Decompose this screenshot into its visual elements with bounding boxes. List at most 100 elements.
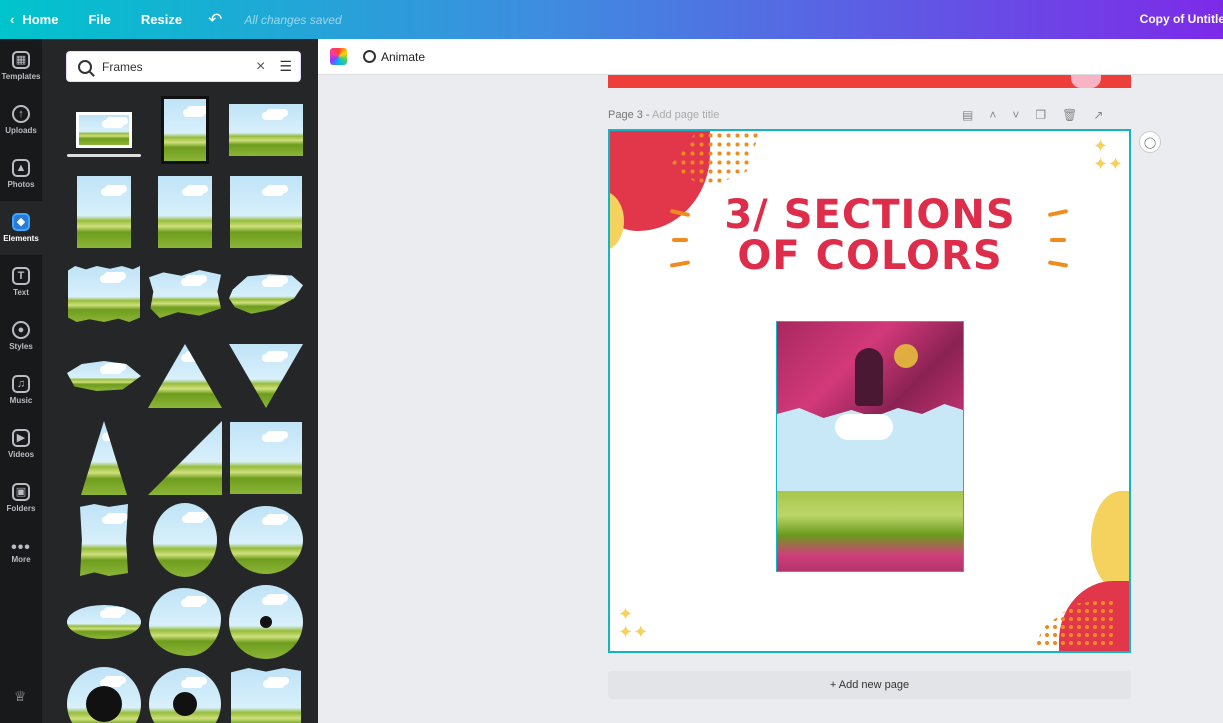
frame-square-landscape[interactable] <box>228 419 304 497</box>
delete-icon[interactable]: 🗑 <box>1062 108 1077 122</box>
frame-square[interactable] <box>228 173 304 251</box>
previous-page-edge[interactable] <box>608 75 1131 88</box>
add-new-page-button[interactable]: + Add new page <box>608 671 1131 699</box>
home-button[interactable]: ‹ Home <box>10 12 58 27</box>
frame-oval[interactable] <box>228 501 304 579</box>
rail-label: Uploads <box>5 126 37 135</box>
rail-item-elements[interactable]: ◆ Elements <box>0 201 42 255</box>
comment-icon[interactable]: ◯ <box>1139 131 1161 153</box>
photo-frame[interactable] <box>776 321 964 572</box>
dash-shape <box>669 260 691 268</box>
page-title-input[interactable]: Add page title <box>652 109 719 121</box>
frame-photo <box>777 322 963 418</box>
frame-rough-edge[interactable] <box>228 665 304 723</box>
rail-label: Music <box>9 396 33 405</box>
rail-label: Templates <box>1 72 41 81</box>
notes-icon[interactable]: ▤ <box>962 108 973 122</box>
person-silhouette <box>855 348 883 406</box>
move-down-icon[interactable]: ˅ <box>1012 108 1019 122</box>
file-menu[interactable]: File <box>88 12 110 27</box>
frame-brush-stroke[interactable] <box>228 255 304 333</box>
resize-menu[interactable]: Resize <box>141 12 182 27</box>
search-icon <box>78 59 92 74</box>
rail-item-photos[interactable]: ▲ Photos <box>0 147 42 201</box>
dash-shape <box>1047 260 1069 268</box>
clear-icon[interactable]: × <box>256 58 265 76</box>
search-input[interactable] <box>102 59 242 74</box>
animate-label: Animate <box>381 49 426 64</box>
page-tools: ▤ ˄ ˅ ❐ 🗑 ↗ <box>962 108 1103 122</box>
rail-item-uploads[interactable]: ↑ Uploads <box>0 93 42 147</box>
rail-label: Text <box>13 288 29 297</box>
undo-icon[interactable]: ↶ <box>208 10 222 30</box>
frame-swoosh[interactable] <box>66 337 142 415</box>
rail-item-music[interactable]: ♫ Music <box>0 363 42 417</box>
add-page-icon[interactable]: ↗ <box>1093 108 1103 122</box>
rail-item-videos[interactable]: ▶ Videos <box>0 417 42 471</box>
filter-icon[interactable]: ☰ <box>279 58 292 75</box>
page-number: Page 3 - <box>608 109 650 121</box>
videos-icon: ▶ <box>12 429 30 447</box>
color-picker-icon[interactable] <box>330 48 347 65</box>
headline-text[interactable]: 3/ SECTIONS OF COLORS <box>710 195 1030 277</box>
frame-torn-tall[interactable] <box>66 501 142 579</box>
frame-triangle-down[interactable] <box>228 337 304 415</box>
more-icon: ••• <box>11 538 31 556</box>
photos-icon: ▲ <box>12 159 30 177</box>
rail-item-styles[interactable]: ● Styles <box>0 309 42 363</box>
home-label: Home <box>22 12 59 27</box>
document-title[interactable]: Copy of Untitle <box>1140 12 1223 26</box>
animate-icon <box>363 50 376 63</box>
search-bar: × ☰ <box>66 51 301 82</box>
frame-triangle-tall[interactable] <box>66 419 142 497</box>
frame-donut[interactable] <box>66 665 142 723</box>
rail-item-more[interactable]: ••• More <box>0 525 42 579</box>
animate-button[interactable]: Animate <box>363 50 425 64</box>
ground-shape <box>777 491 963 571</box>
rail-item-folders[interactable]: ▣ Folders <box>0 471 42 525</box>
canvas-workspace: Page 3 - Add page title ▤ ˄ ˅ ❐ 🗑 ↗ ✦ ✦✦ … <box>318 75 1223 723</box>
sparkle-icon[interactable]: ✦ ✦✦ <box>618 605 648 641</box>
cloud-shape <box>835 414 893 440</box>
frame-laptop[interactable] <box>66 91 142 169</box>
frame-circle-dot[interactable] <box>228 583 304 661</box>
sparkle-icon[interactable]: ✦ ✦✦ <box>1093 137 1123 173</box>
rail-label: Folders <box>6 504 36 513</box>
uploads-icon: ↑ <box>12 105 30 123</box>
frame-oval-tall[interactable] <box>147 501 223 579</box>
frame-brush[interactable] <box>147 255 223 333</box>
frame-right-triangle[interactable] <box>147 419 223 497</box>
frame-tablet[interactable] <box>66 173 142 251</box>
frames-grid <box>66 91 304 723</box>
frame-ring[interactable] <box>147 665 223 723</box>
duplicate-icon[interactable]: ❐ <box>1035 108 1046 122</box>
save-status: All changes saved <box>244 12 342 27</box>
move-up-icon[interactable]: ˄ <box>989 108 996 122</box>
dash-shape <box>672 238 688 242</box>
frame-torn-paper[interactable] <box>66 255 142 333</box>
dots-pattern[interactable] <box>1035 599 1115 647</box>
yellow-blob-shape[interactable] <box>1091 491 1129 591</box>
frame-blob[interactable] <box>147 583 223 661</box>
editor-toolbar: Animate <box>318 39 1223 75</box>
left-rail: ▦ Templates ↑ Uploads ▲ Photos ◆ Element… <box>0 39 42 723</box>
dash-shape <box>1050 238 1066 242</box>
rail-item-templates[interactable]: ▦ Templates <box>0 39 42 93</box>
frame-browser[interactable] <box>228 91 304 169</box>
chevron-left-icon: ‹ <box>10 12 15 27</box>
rail-label: Styles <box>9 342 33 351</box>
design-page[interactable]: ✦ ✦✦ 3/ SECTIONS OF COLORS ✦ ✦✦ <box>608 129 1131 653</box>
page-label: Page 3 - Add page title <box>608 109 719 121</box>
top-bar: ‹ Home File Resize ↶ All changes saved C… <box>0 0 1223 39</box>
frame-pill[interactable] <box>66 583 142 661</box>
crown-icon[interactable]: ♕ <box>14 688 27 705</box>
rail-item-text[interactable]: T Text <box>0 255 42 309</box>
frame-phone[interactable] <box>147 91 223 169</box>
folders-icon: ▣ <box>12 483 30 501</box>
frame-triangle-up[interactable] <box>147 337 223 415</box>
music-icon: ♫ <box>12 375 30 393</box>
frame-phone-white[interactable] <box>147 173 223 251</box>
styles-icon: ● <box>12 321 30 339</box>
rail-label: Videos <box>7 450 35 459</box>
rail-label: More <box>11 554 31 564</box>
